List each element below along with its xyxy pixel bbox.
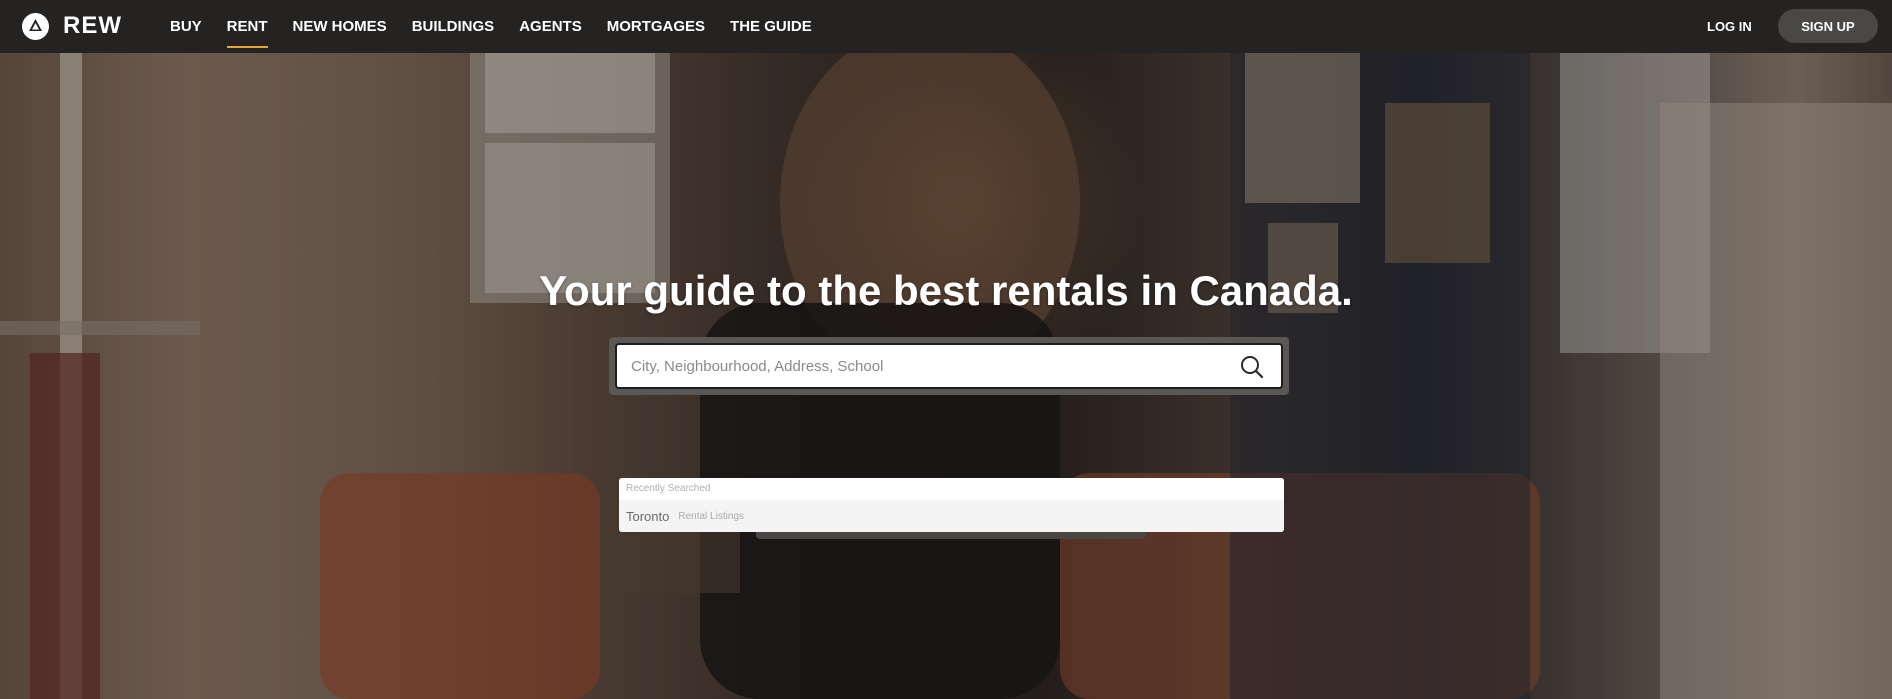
nav-item-new-homes[interactable]: NEW HOMES [293, 0, 387, 53]
hero-title: Your guide to the best rentals in Canada… [539, 267, 1353, 314]
hero-section: Your guide to the best rentals in Canada… [0, 53, 1892, 699]
nav-item-buildings[interactable]: BUILDINGS [412, 0, 495, 53]
search-input[interactable] [617, 346, 1217, 386]
suggestion-item[interactable]: Toronto Rental Listings [619, 500, 1284, 532]
nav-item-buy[interactable]: BUY [170, 0, 202, 53]
logo-mark-icon [22, 12, 49, 40]
brand-name: REW [63, 12, 122, 39]
brand-logo[interactable]: REW [22, 12, 122, 40]
search-box [615, 343, 1283, 389]
suggestion-type: Rental Listings [678, 510, 744, 522]
search-container [609, 337, 1289, 395]
nav-item-mortgages[interactable]: MORTGAGES [607, 0, 705, 53]
nav-item-the-guide[interactable]: THE GUIDE [730, 0, 812, 53]
signup-button[interactable]: SIGN UP [1778, 9, 1878, 43]
suggestions-heading: Recently Searched [619, 478, 1284, 500]
suggestion-city: Toronto [626, 508, 670, 524]
nav-item-agents[interactable]: AGENTS [519, 0, 582, 53]
main-nav: BUY RENT NEW HOMES BUILDINGS AGENTS MORT… [170, 0, 837, 53]
search-suggestions-dropdown: Recently Searched Toronto Rental Listing… [619, 478, 1284, 532]
nav-item-rent[interactable]: RENT [226, 0, 268, 53]
search-icon[interactable] [1239, 354, 1265, 380]
login-link[interactable]: LOG IN [1707, 0, 1752, 53]
top-navbar: REW BUY RENT NEW HOMES BUILDINGS AGENTS … [0, 0, 1892, 53]
